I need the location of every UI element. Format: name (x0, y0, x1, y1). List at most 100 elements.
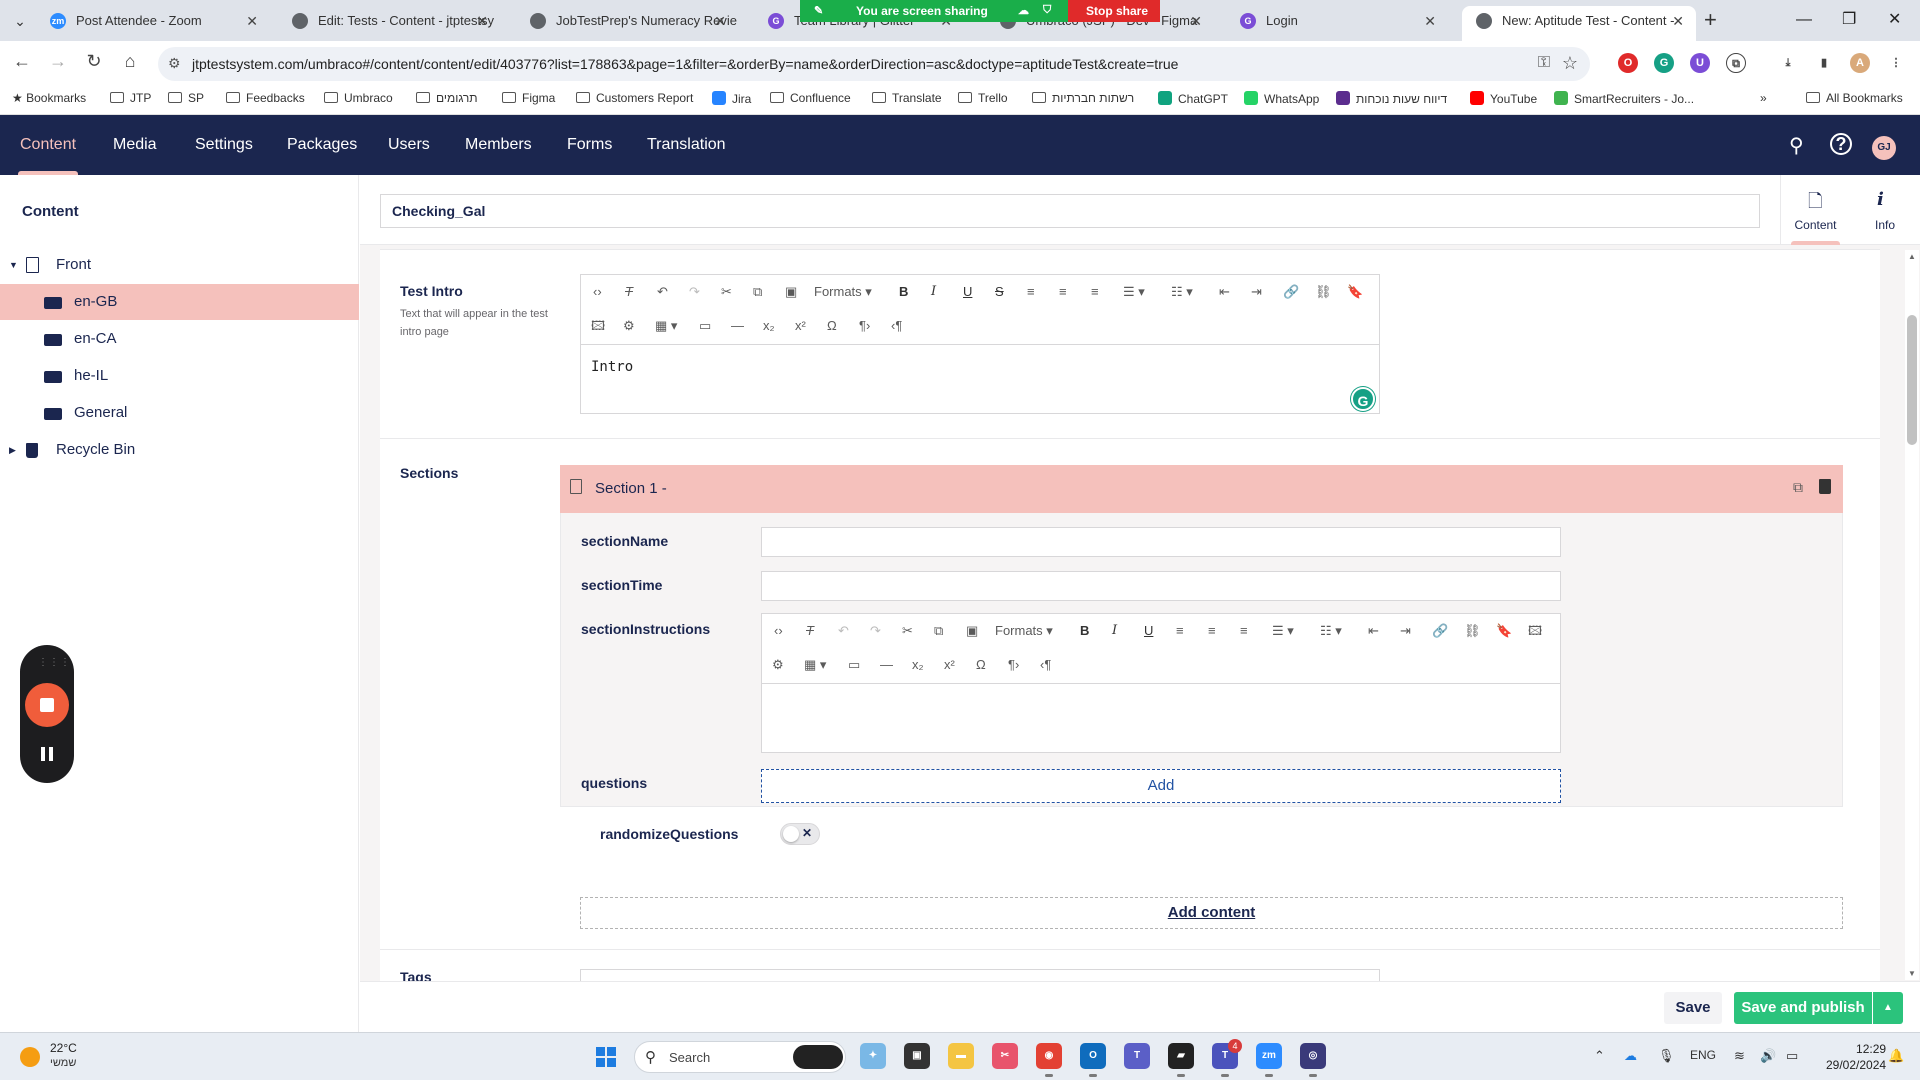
expand-down-icon[interactable]: ▼ (9, 247, 18, 283)
weather-description[interactable]: שמשי (50, 1057, 76, 1069)
ltr-icon[interactable]: ¶› (859, 318, 870, 334)
tab-content[interactable]: 🗋 Content (1780, 175, 1850, 245)
tree-item-general[interactable]: General (0, 395, 359, 431)
bookmark-item[interactable]: Trello (958, 91, 1008, 105)
nav-media[interactable]: Media (113, 115, 157, 175)
horizontal-rule-icon[interactable]: — (880, 657, 893, 673)
align-right-icon[interactable]: ≡ (1091, 284, 1099, 300)
save-button[interactable]: Save (1664, 992, 1722, 1024)
cut-icon[interactable]: ✂ (721, 284, 732, 300)
snipping-tool-icon[interactable]: ✂ (992, 1043, 1018, 1069)
source-code-icon[interactable]: ‹› (774, 623, 783, 639)
url-text[interactable]: jtptestsystem.com/umbraco#/content/conte… (192, 56, 1178, 72)
image-icon[interactable]: 🖾 (591, 318, 605, 334)
address-bar[interactable]: ⚙ jtptestsystem.com/umbraco#/content/con… (158, 47, 1590, 81)
close-tab-icon[interactable]: ✕ (1424, 6, 1436, 36)
test-intro-content[interactable]: Intro (581, 345, 1379, 413)
nav-content[interactable]: Content (17, 115, 79, 175)
section-time-input[interactable] (761, 571, 1561, 601)
zoom-icon[interactable]: zm (1256, 1043, 1282, 1077)
outdent-icon[interactable]: ⇤ (1368, 623, 1379, 639)
browser-tab[interactable]: JobTestPrep's Numeracy Revie ✕ (516, 6, 738, 41)
image-icon[interactable]: 🖾 (1528, 623, 1542, 639)
indent-icon[interactable]: ⇥ (1251, 284, 1262, 300)
bookmark-item[interactable]: SmartRecruiters - Jo... (1554, 91, 1694, 106)
outlook-icon[interactable]: O (1080, 1043, 1106, 1077)
bookmark-star-icon[interactable]: ☆ (1562, 53, 1578, 74)
teams-icon[interactable]: T (1124, 1043, 1150, 1069)
italic-icon[interactable]: I (1112, 623, 1117, 639)
browser-tab[interactable]: zm Post Attendee - Zoom ✕ (36, 6, 270, 41)
close-tab-icon[interactable]: ✕ (714, 6, 726, 36)
bookmark-item[interactable]: Umbraco (324, 91, 393, 105)
align-right-icon[interactable]: ≡ (1240, 623, 1248, 639)
superscript-icon[interactable]: x² (795, 318, 806, 334)
chrome-icon[interactable]: ◉ (1036, 1043, 1062, 1077)
superscript-icon[interactable]: x² (944, 657, 955, 673)
all-bookmarks[interactable]: All Bookmarks (1806, 91, 1903, 105)
profile-avatar-icon[interactable]: A (1850, 53, 1870, 73)
macro-icon[interactable]: ⚙ (772, 657, 784, 673)
forward-icon[interactable]: → (46, 51, 70, 72)
paste-icon[interactable]: ▣ (785, 284, 797, 300)
bold-icon[interactable]: B (1080, 623, 1089, 639)
subscript-icon[interactable]: x₂ (763, 318, 775, 334)
sticky-notes-icon[interactable]: ▰ (1168, 1043, 1194, 1077)
special-char-icon[interactable]: Ω (976, 657, 986, 673)
redo-icon[interactable]: ↷ (689, 284, 700, 300)
stop-share-button[interactable]: Stop share (1068, 0, 1160, 22)
add-question-button[interactable]: Add (761, 769, 1561, 803)
tags-input[interactable] (580, 969, 1380, 981)
randomize-questions-toggle[interactable]: ✕ (780, 823, 820, 845)
embed-icon[interactable]: ▭ (848, 657, 860, 673)
nav-settings[interactable]: Settings (195, 115, 253, 175)
tree-item-en-ca[interactable]: en-CA (0, 321, 359, 357)
delete-block-icon[interactable] (1819, 479, 1831, 494)
close-tab-icon[interactable]: ✕ (246, 6, 258, 36)
notifications-bell-icon[interactable]: 🔔 (1888, 1048, 1904, 1064)
tree-item-front[interactable]: ▼ Front (0, 247, 359, 283)
tree-item-en-gb[interactable]: en-GB (0, 284, 359, 320)
source-code-icon[interactable]: ‹› (593, 284, 602, 300)
bookmark-item[interactable]: Customers Report (576, 91, 693, 105)
bookmark-item[interactable]: Translate (872, 91, 942, 105)
weather-temperature[interactable]: 22°C (50, 1041, 77, 1055)
horizontal-rule-icon[interactable]: — (731, 318, 744, 334)
ltr-icon[interactable]: ¶› (1008, 657, 1019, 673)
unlink-icon[interactable]: ⛓ (1464, 623, 1481, 639)
nav-forms[interactable]: Forms (567, 115, 612, 175)
copy-icon[interactable]: ⧉ (934, 623, 943, 639)
bookmark-item[interactable]: דיווח שעות נוכחות (1336, 91, 1447, 106)
anchor-icon[interactable]: 🔖 (1496, 623, 1512, 639)
cut-icon[interactable]: ✂ (902, 623, 913, 639)
align-left-icon[interactable]: ≡ (1027, 284, 1035, 300)
bookmark-item[interactable]: ★ Bookmarks (12, 91, 86, 105)
close-window-icon[interactable]: ✕ (1888, 8, 1901, 32)
grammarly-icon[interactable]: G (1351, 387, 1375, 411)
browser-tab[interactable]: Edit: Tests - Content - jtptestsy ✕ (278, 6, 500, 41)
bookmark-item[interactable]: ChatGPT (1158, 91, 1228, 106)
extensions-puzzle-icon[interactable]: ⧉ (1726, 53, 1746, 73)
bookmark-item[interactable]: Feedbacks (226, 91, 305, 105)
reload-icon[interactable]: ↻ (82, 51, 106, 72)
bullet-list-icon[interactable]: ☰ ▾ (1123, 284, 1145, 300)
copy-icon[interactable]: ⧉ (753, 284, 762, 300)
grammarly-extension-icon[interactable]: G (1654, 53, 1674, 73)
bookmark-item[interactable]: Figma (502, 91, 555, 105)
restore-icon[interactable]: ❐ (1842, 8, 1856, 32)
indent-icon[interactable]: ⇥ (1400, 623, 1411, 639)
tab-info[interactable]: i Info (1850, 175, 1920, 245)
formats-dropdown[interactable]: Formats ▾ (814, 284, 872, 300)
unlink-icon[interactable]: ⛓ (1315, 284, 1332, 300)
bullet-list-icon[interactable]: ☰ ▾ (1272, 623, 1294, 639)
scrollbar-thumb[interactable] (1907, 315, 1917, 445)
drag-handle-icon[interactable]: ⋮⋮⋮ (38, 657, 71, 668)
undo-icon[interactable]: ↶ (657, 284, 668, 300)
bookmarks-overflow-icon[interactable]: » (1760, 91, 1767, 105)
battery-icon[interactable]: ▭ (1786, 1048, 1798, 1064)
close-tab-icon[interactable]: ✕ (1190, 6, 1202, 36)
subscript-icon[interactable]: x₂ (912, 657, 924, 673)
formats-dropdown[interactable]: Formats ▾ (995, 623, 1053, 639)
download-icon[interactable]: ⤓ (1778, 53, 1798, 73)
node-name-input[interactable]: Checking_Gal (380, 194, 1760, 228)
